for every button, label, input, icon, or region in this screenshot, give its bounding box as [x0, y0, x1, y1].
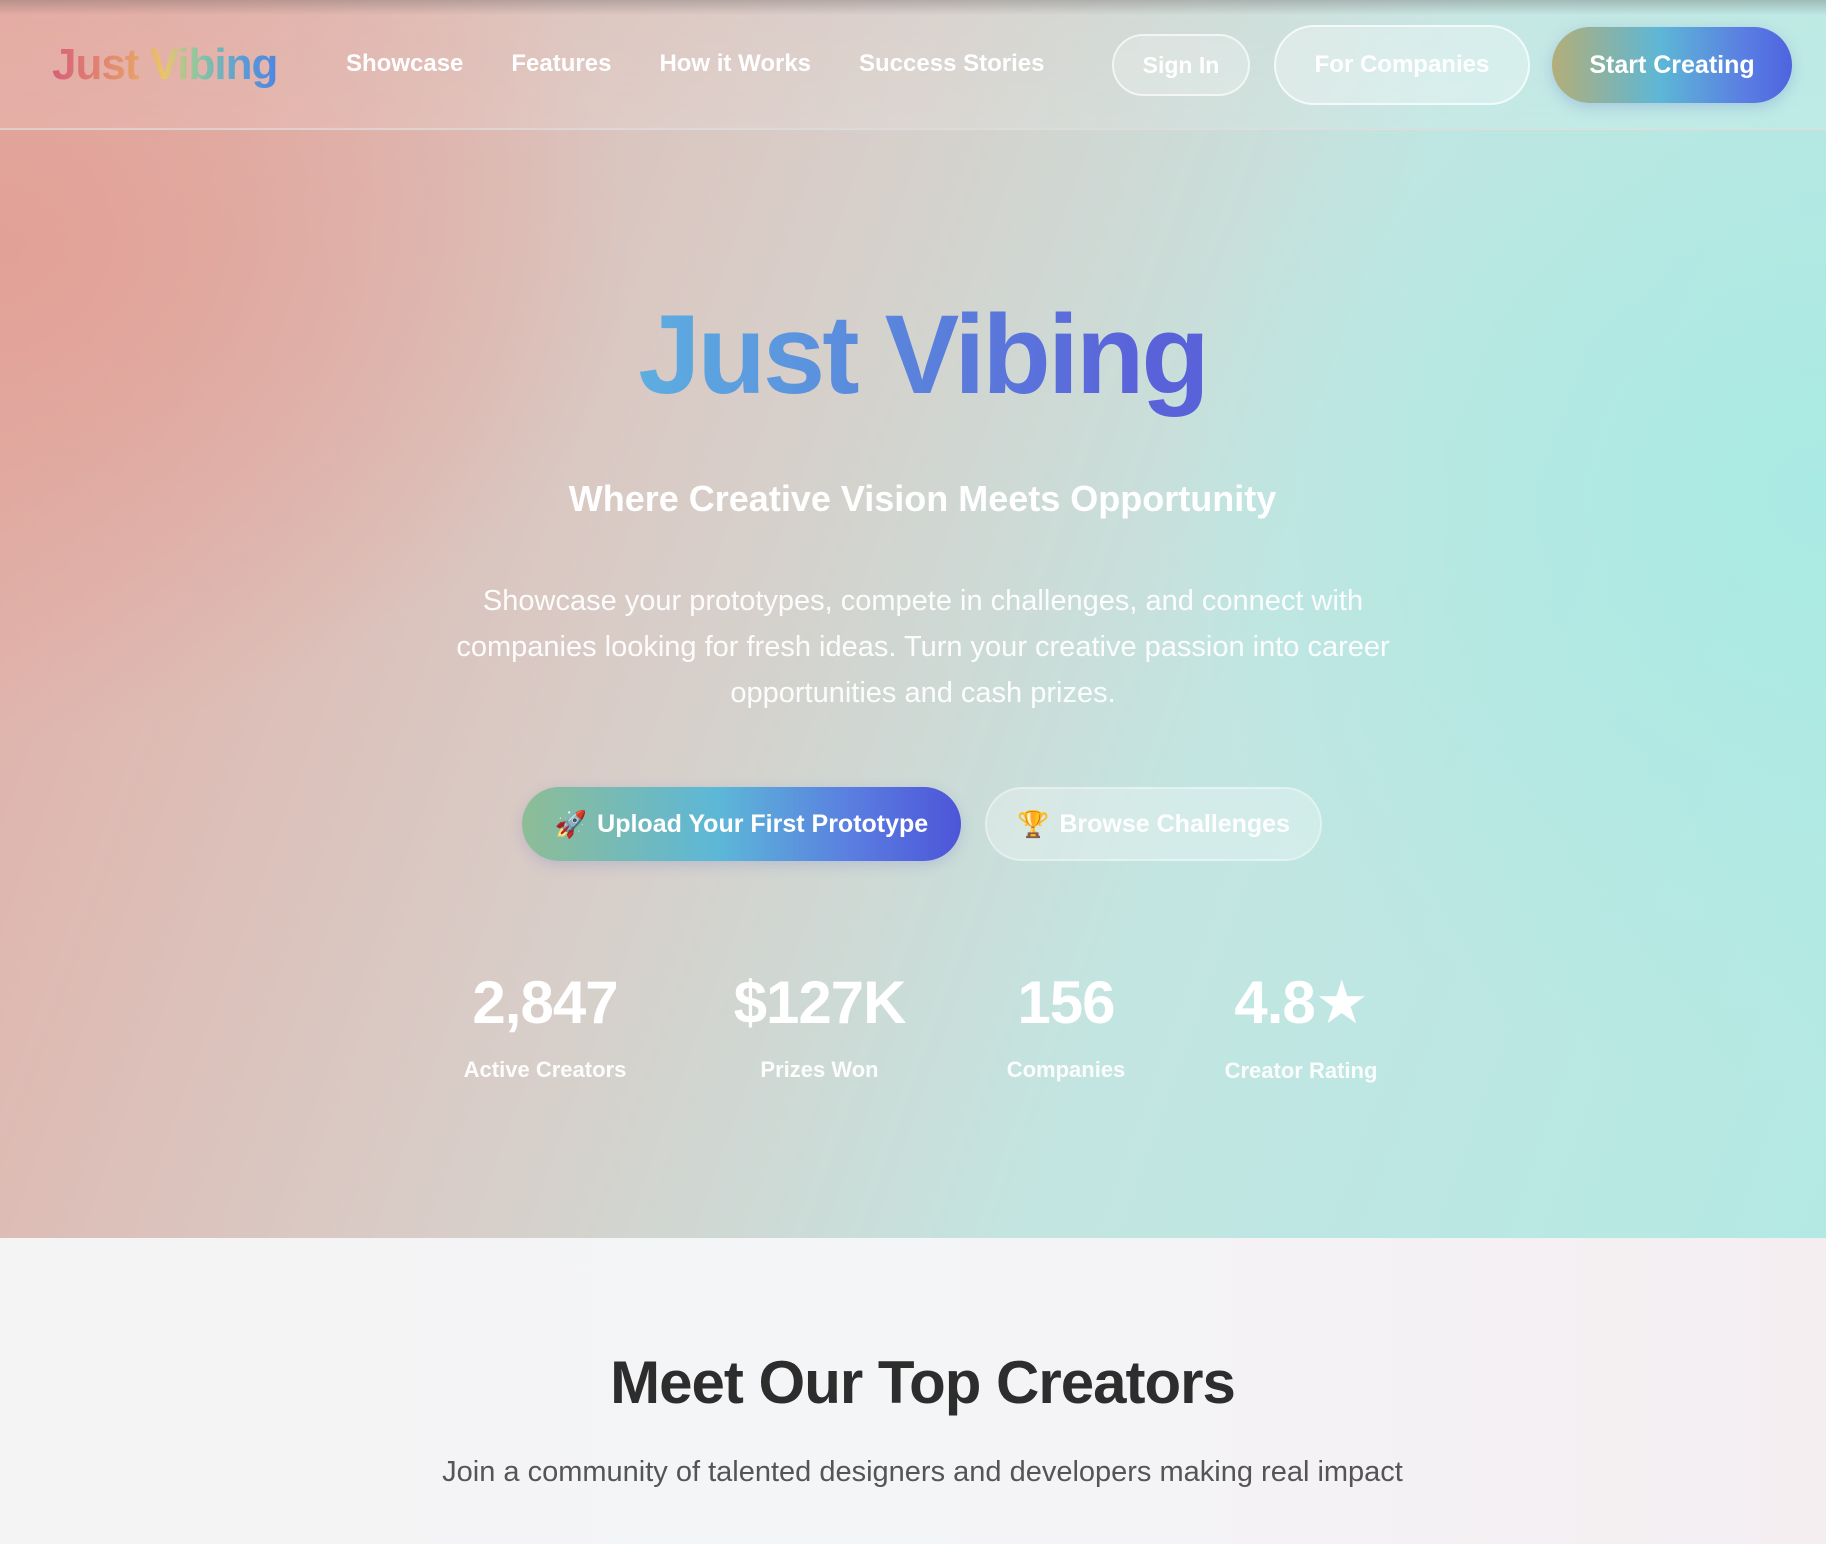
trophy-icon: 🏆	[1016, 808, 1050, 839]
star-icon: ★	[1314, 969, 1369, 1036]
brand-logo[interactable]: Just Vibing	[52, 40, 278, 90]
stat-value: 2,847	[472, 969, 618, 1036]
hero-description: Showcase your prototypes, compete in cha…	[456, 585, 1390, 709]
section-subtitle: Join a community of talented designers a…	[442, 1456, 1403, 1488]
stat-value: $127K	[733, 969, 907, 1036]
stat-active-creators: 2,847 Active Creators	[445, 968, 645, 1083]
nav-link-how-it-works[interactable]: How it Works	[659, 50, 811, 78]
nav-link-success-stories[interactable]: Success Stories	[859, 50, 1044, 78]
browse-challenges-button[interactable]: 🏆 Browse Challenges	[985, 787, 1322, 861]
stat-value: 4.8★	[1206, 968, 1396, 1038]
stat-prizes-won: $127K Prizes Won	[712, 968, 927, 1083]
stat-value: 156	[1017, 969, 1115, 1036]
upload-prototype-button[interactable]: 🚀 Upload Your First Prototype	[522, 787, 961, 861]
start-creating-button[interactable]: Start Creating	[1552, 27, 1792, 103]
browse-challenges-label: Browse Challenges	[1059, 809, 1290, 838]
nav-link-features[interactable]: Features	[511, 50, 611, 78]
top-navbar: Just Vibing Showcase Features How it Wor…	[0, 0, 1826, 130]
rocket-icon: 🚀	[554, 808, 588, 839]
stat-creator-rating: 4.8★ Creator Rating	[1206, 968, 1396, 1084]
nav-links: Showcase Features How it Works Success S…	[346, 50, 1044, 78]
stat-label: Active Creators	[463, 1057, 627, 1082]
top-creators-section: Meet Our Top Creators Join a community o…	[0, 1238, 1826, 1544]
hero-tagline: Where Creative Vision Meets Opportunity	[568, 478, 1277, 519]
rating-number: 4.8	[1234, 969, 1315, 1036]
stat-label: Creator Rating	[1224, 1058, 1378, 1083]
hero-title: Just Vibing	[0, 290, 1826, 419]
upload-prototype-label: Upload Your First Prototype	[597, 809, 929, 838]
section-title: Meet Our Top Creators	[610, 1349, 1236, 1416]
sign-in-button[interactable]: Sign In	[1112, 34, 1250, 96]
stat-label: Prizes Won	[760, 1057, 879, 1082]
for-companies-button[interactable]: For Companies	[1274, 25, 1530, 105]
stat-companies: 156 Companies	[985, 968, 1147, 1083]
stat-label: Companies	[1006, 1057, 1126, 1082]
nav-link-showcase[interactable]: Showcase	[346, 50, 463, 78]
